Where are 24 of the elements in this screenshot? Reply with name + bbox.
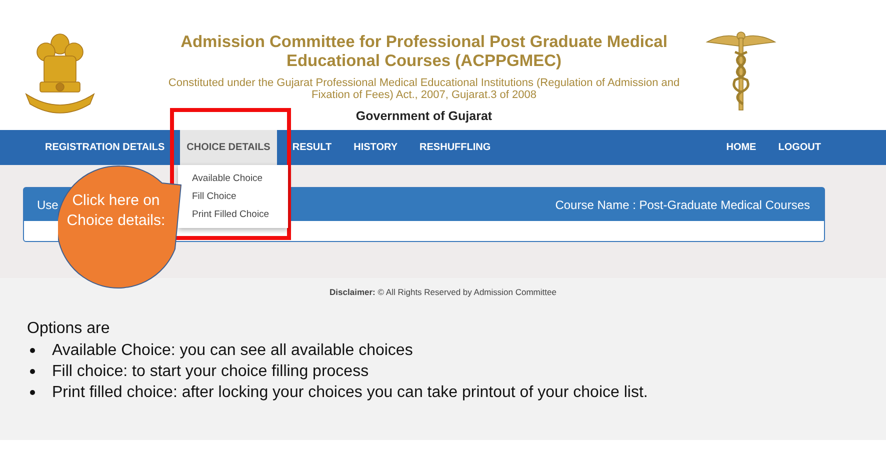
user-label: Use [37, 198, 58, 212]
nav-tab[interactable]: RESHUFFLING [412, 130, 498, 165]
site-title: Admission Committee for Professional Post Graduate Medical Educational Courses (ACPPGMEC) [180, 33, 668, 71]
site-subtitle: Constituted under the Gujarat Professional Medical Educational Institutions (Regulation of Admission and Fixation of Fees) Act., 2007, Gujarat.3 of 2008 [168, 77, 680, 101]
dropdown-item[interactable]: Print Filled Choice [178, 206, 288, 224]
nav-tab[interactable]: REGISTRATION DETAILS [38, 130, 172, 165]
nav-tab[interactable]: HOME [719, 130, 764, 165]
nav-tab[interactable]: RESULT [285, 130, 339, 165]
callout-text: Click here on Choice details: [66, 191, 166, 231]
dropdown-item[interactable]: Fill Choice [178, 188, 288, 206]
option-text: Available Choice: you can see all available choices [52, 341, 413, 361]
nav-tab[interactable]: LOGOUT [771, 130, 828, 165]
option-text: Print filled choice: after locking your choices you can take printout of your choice list. [52, 383, 648, 403]
bullet-icon [30, 348, 35, 353]
disclaimer-text: Disclaimer: © All Rights Reserved by Admission Committee [330, 287, 556, 297]
dropdown-item[interactable]: Available Choice [178, 170, 288, 188]
bullet-icon [30, 390, 35, 395]
government-label: Government of Gujarat [356, 109, 492, 123]
course-name: Course Name : Post-Graduate Medical Courses [555, 198, 810, 212]
bullet-icon [30, 369, 35, 374]
nav-tab[interactable]: CHOICE DETAILS [180, 130, 278, 165]
option-text: Fill choice: to start your choice filling process [52, 362, 369, 382]
nav-tab[interactable]: HISTORY [346, 130, 405, 165]
options-heading: Options are [27, 319, 111, 339]
